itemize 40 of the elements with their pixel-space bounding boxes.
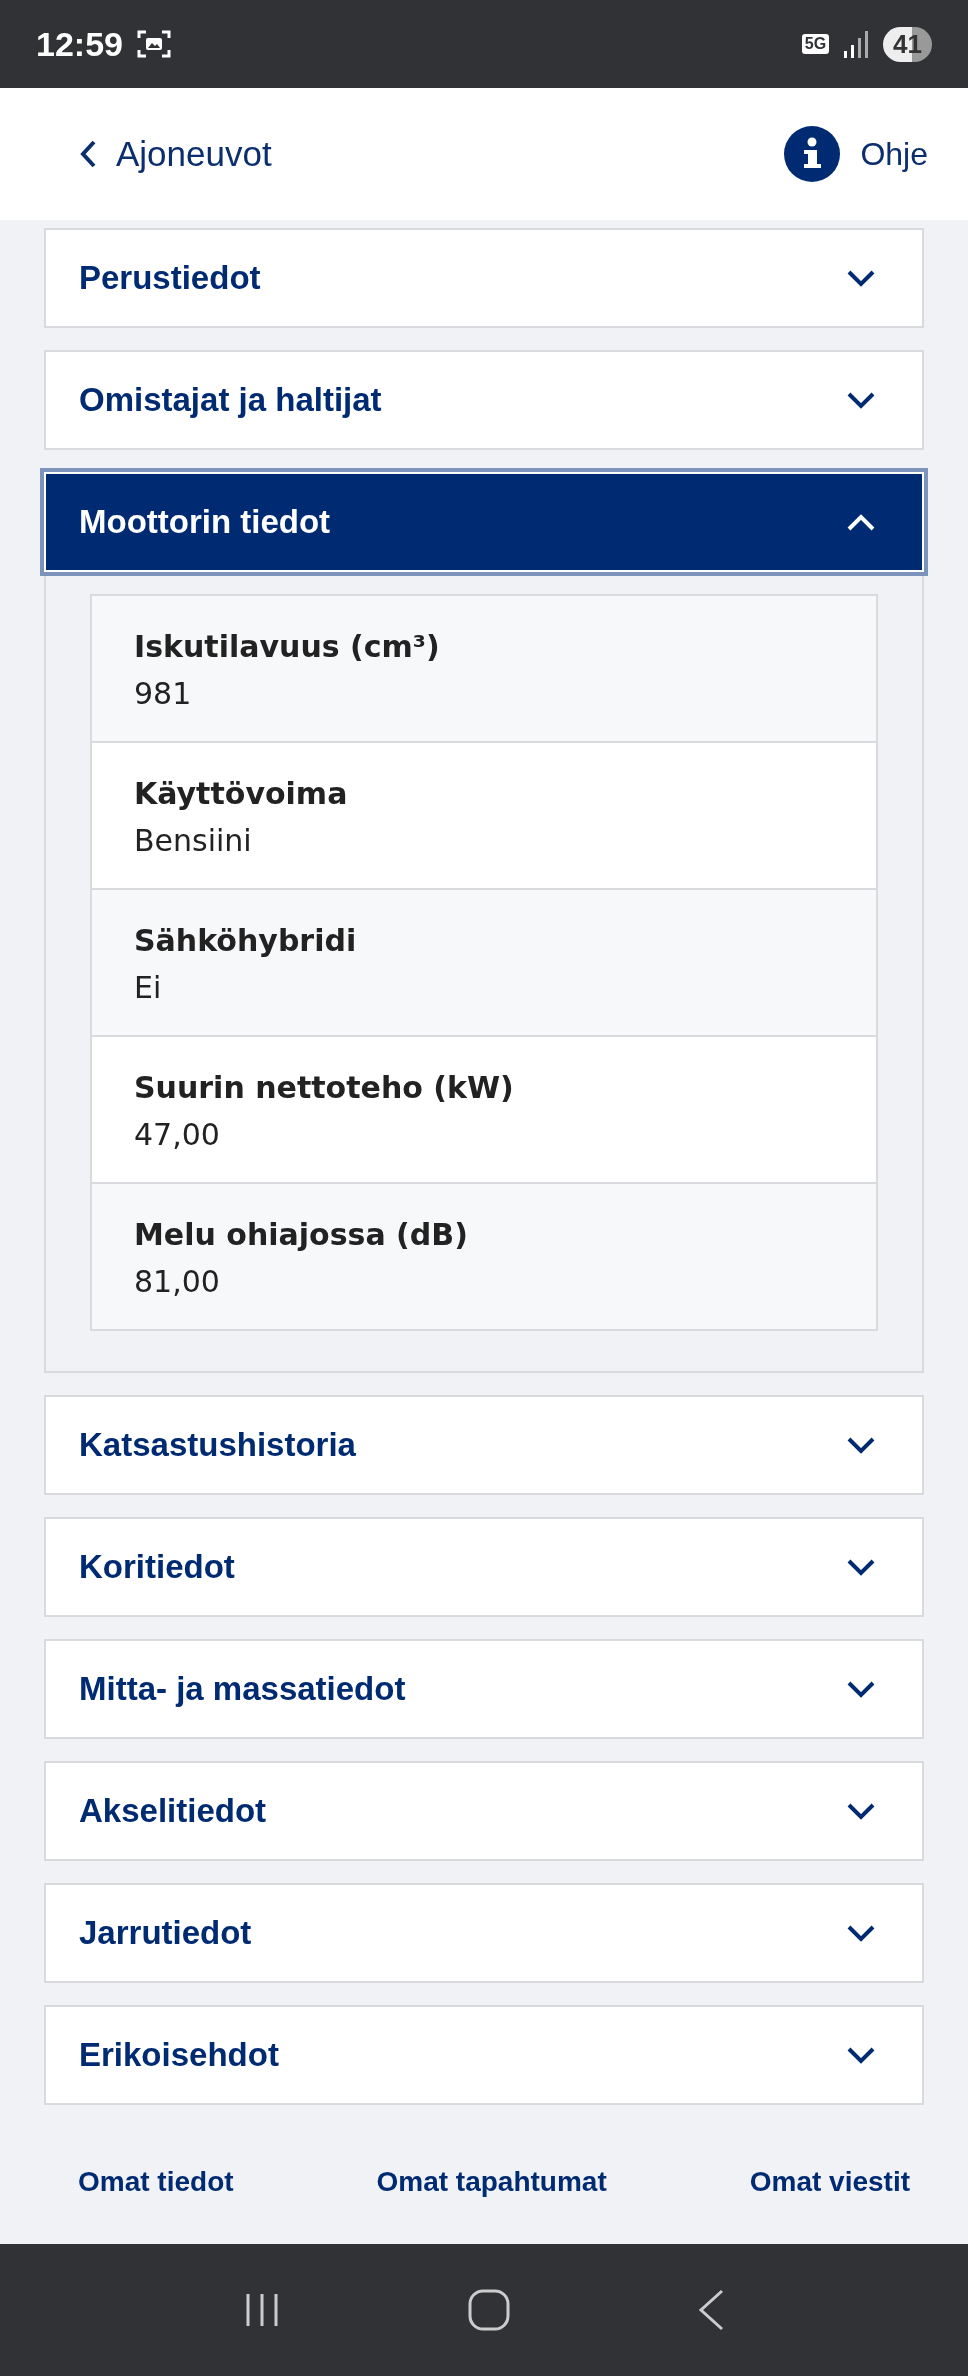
nav-link[interactable]: Omat tiedot	[78, 2166, 234, 2198]
field-label: Sähköhybridi	[134, 922, 358, 960]
nav-link[interactable]: Omat tapahtumat	[376, 2166, 607, 2198]
accordion-header[interactable]: Mitta- ja massatiedot	[44, 1639, 924, 1739]
field-label: Käyttövoima	[134, 775, 349, 813]
battery-indicator: 41	[883, 26, 932, 62]
field-value: Ei	[134, 969, 163, 1007]
chevron-down-icon	[846, 1923, 876, 1943]
chevron-left-icon	[78, 139, 98, 169]
field-value: 47,00	[134, 1116, 221, 1154]
signal-icon	[843, 29, 870, 59]
screenshot-icon	[136, 29, 171, 59]
field-value: 981	[134, 675, 193, 713]
field-label: Iskutilavuus (cm³)	[134, 628, 441, 666]
accordion-header[interactable]: Katsastushistoria	[44, 1395, 924, 1495]
chevron-down-icon	[846, 2045, 876, 2065]
chevron-down-icon	[846, 1557, 876, 1577]
accordion-header[interactable]: Erikoisehdot	[44, 2005, 924, 2105]
network-indicator: 5G	[801, 34, 830, 54]
accordion-header[interactable]: Perustiedot	[44, 228, 924, 328]
chevron-down-icon	[846, 1679, 876, 1699]
chevron-down-icon	[846, 268, 876, 288]
accordion-header[interactable]: Omistajat ja haltijat	[44, 350, 924, 450]
accordion-header[interactable]: Koritiedot	[44, 1517, 924, 1617]
chevron-down-icon	[846, 1435, 876, 1455]
info-icon	[784, 126, 841, 182]
chevron-up-icon	[846, 512, 876, 532]
help-link[interactable]: Ohje	[784, 126, 928, 182]
nav-link[interactable]: Omat viestit	[749, 2166, 910, 2198]
field-value: Bensiini	[134, 822, 253, 860]
chevron-down-icon	[846, 390, 876, 410]
field-value: 81,00	[134, 1263, 221, 1301]
accordion-header[interactable]: Jarrutiedot	[44, 1883, 924, 1983]
back-link[interactable]: Ajoneuvot	[78, 134, 272, 174]
field-label: Melu ohiajossa (dB)	[134, 1216, 469, 1254]
field-label: Suurin nettoteho (kW)	[134, 1069, 515, 1107]
chevron-down-icon	[846, 1801, 876, 1821]
home-icon[interactable]	[467, 2288, 511, 2332]
clock: 12:59	[36, 24, 123, 64]
accordion-header[interactable]: Akselitiedot	[44, 1761, 924, 1861]
